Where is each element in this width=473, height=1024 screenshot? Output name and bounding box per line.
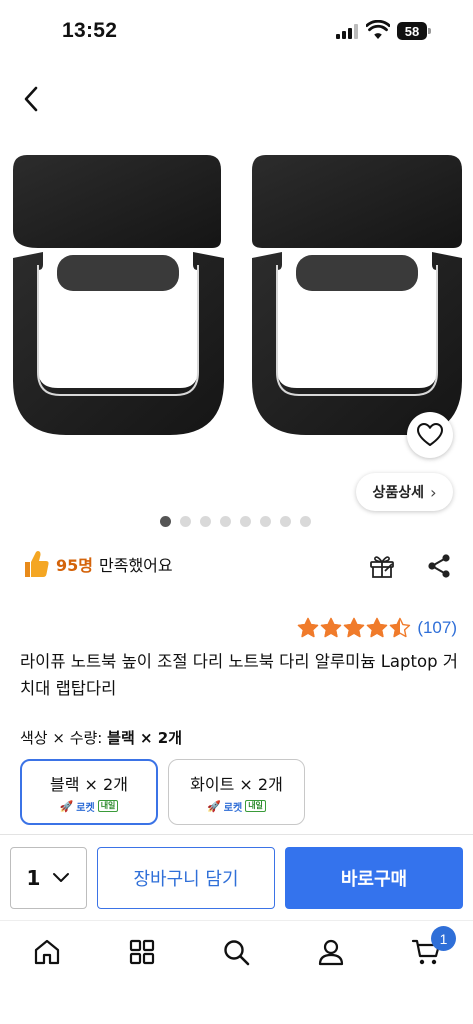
star-icon (321, 617, 342, 638)
battery-level: 58 (404, 23, 420, 39)
tab-category[interactable] (124, 934, 160, 970)
option-white-2[interactable]: 화이트 × 2개 🚀 로켓 내일 (168, 759, 305, 825)
home-icon (34, 939, 60, 965)
thumbs-up-icon (25, 551, 49, 577)
option-black-2[interactable]: 블랙 × 2개 🚀 로켓 내일 (20, 759, 158, 825)
tab-my-account[interactable] (313, 934, 349, 970)
buy-now-button[interactable]: 바로구매 (285, 847, 463, 909)
option-name: 블랙 × 2개 (50, 774, 128, 794)
pagination-dot[interactable] (220, 516, 231, 527)
tab-search[interactable] (218, 934, 254, 970)
option-label-value: 블랙 × 2개 (107, 729, 182, 747)
pagination-dot[interactable] (180, 516, 191, 527)
cellular-signal-icon (336, 24, 358, 39)
product-detail-button[interactable]: 상품상세 › (356, 473, 453, 511)
star-icon (390, 617, 411, 638)
product-detail-label: 상품상세 (372, 485, 425, 501)
back-button[interactable] (14, 82, 48, 116)
pagination-dot[interactable] (280, 516, 291, 527)
battery-icon: 58 (397, 22, 431, 40)
satisfaction-count: 95명 (56, 556, 93, 575)
wifi-icon (366, 20, 390, 39)
option-name: 화이트 × 2개 (190, 774, 283, 794)
divider (0, 834, 473, 835)
satisfaction-summary: 95명 만족했어요 (22, 549, 173, 579)
tab-home[interactable] (29, 934, 65, 970)
star-icon (344, 617, 365, 638)
option-label: 색상 × 수량: 블랙 × 2개 (20, 727, 182, 748)
wishlist-button[interactable] (407, 412, 453, 458)
pagination-dot[interactable] (240, 516, 251, 527)
rocket-label: 로켓 (223, 802, 243, 814)
add-to-cart-button[interactable]: 장바구니 담기 (97, 847, 275, 909)
rating-stars (297, 617, 411, 639)
chevron-down-icon (53, 873, 70, 882)
star-icon (367, 617, 388, 638)
rocket-delivery-badge: 🚀 로켓 내일 (60, 799, 119, 814)
quantity-select[interactable]: 1 (10, 847, 87, 909)
status-bar: 13:52 58 (0, 0, 473, 64)
rocket-label: 로켓 (76, 802, 95, 814)
image-pagination (160, 516, 311, 527)
star-icon (298, 617, 319, 638)
status-time: 13:52 (62, 19, 118, 42)
divider (0, 920, 473, 921)
gift-button[interactable] (366, 550, 398, 582)
gift-icon (370, 556, 394, 578)
chevron-right-icon: › (430, 482, 437, 502)
pagination-dot[interactable] (300, 516, 311, 527)
search-icon (224, 940, 250, 966)
rating[interactable]: (107) (297, 617, 457, 639)
pagination-dot[interactable] (160, 516, 171, 527)
chevron-left-icon (24, 86, 38, 112)
satisfaction-text: 만족했어요 (99, 556, 173, 575)
product-image[interactable] (0, 140, 473, 510)
user-icon (318, 939, 344, 966)
product-title: 라이퓨 노트북 높이 조절 다리 노트북 다리 알루미늄 Laptop 거치대 … (20, 652, 458, 698)
pagination-dot[interactable] (260, 516, 271, 527)
rocket-icon: 🚀 (207, 799, 221, 813)
tomorrow-badge: 내일 (97, 800, 119, 812)
tomorrow-badge: 내일 (245, 800, 266, 812)
share-button[interactable] (423, 550, 455, 582)
cart-count-badge: 1 (431, 926, 456, 951)
rocket-icon: 🚀 (59, 799, 74, 813)
heart-icon (417, 423, 443, 446)
category-grid-icon (129, 939, 155, 965)
quantity-value: 1 (26, 866, 41, 890)
rocket-delivery-badge: 🚀 로켓 내일 (207, 799, 266, 814)
pagination-dot[interactable] (200, 516, 211, 527)
share-icon (428, 554, 450, 578)
option-label-prefix: 색상 × 수량: (20, 729, 108, 747)
review-count[interactable]: (107) (417, 618, 457, 638)
